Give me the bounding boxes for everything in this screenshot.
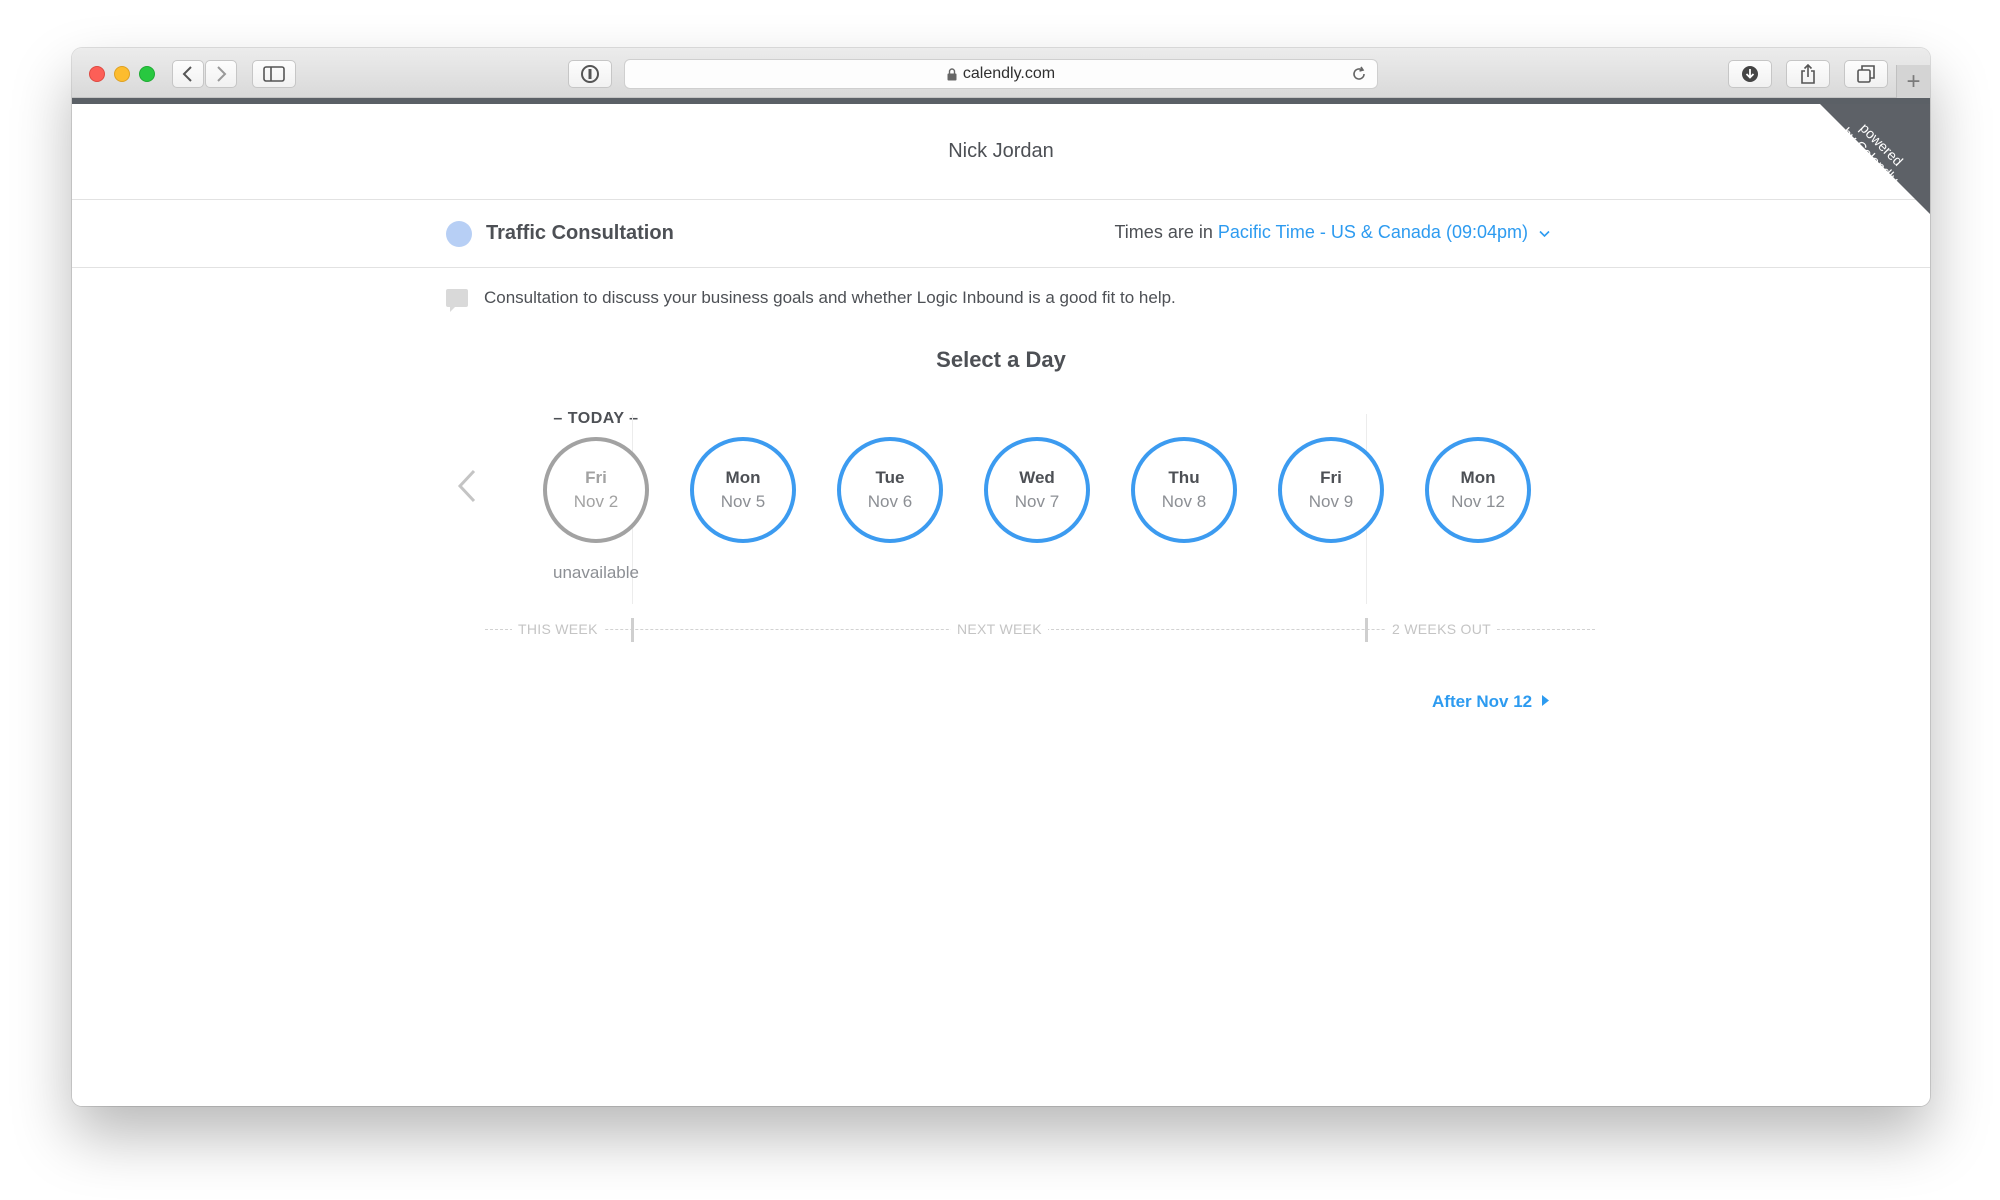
day-weekday: Thu	[1168, 468, 1200, 487]
previous-days-button[interactable]	[456, 468, 478, 509]
maximize-window-button[interactable]	[139, 66, 155, 82]
day-tue-nov-6[interactable]: Tue Nov 6	[837, 437, 943, 543]
lock-icon	[947, 67, 957, 80]
event-header: Traffic Consultation Times are in Pacifi…	[72, 200, 1930, 268]
share-button[interactable]	[1786, 60, 1830, 88]
day-date: Nov 7	[1014, 492, 1060, 511]
day-date: Nov 12	[1451, 492, 1505, 511]
day-date: Nov 9	[1308, 492, 1354, 511]
chevron-left-icon	[457, 469, 476, 503]
downloads-button[interactable]	[1728, 60, 1772, 88]
event-description: Consultation to discuss your business go…	[446, 288, 1176, 312]
day-date: Nov 8	[1161, 492, 1207, 511]
chevron-right-icon	[217, 66, 227, 82]
after-link-label: After Nov 12	[1432, 692, 1533, 711]
address-url: calendly.com	[962, 65, 1056, 82]
day-weekday: Mon	[1460, 468, 1496, 487]
address-bar[interactable]: calendly.com	[624, 59, 1378, 89]
chevron-left-icon	[182, 66, 192, 82]
browser-window: calendly.com + Nick Jordan powered by Ca…	[72, 48, 1930, 1106]
new-tab-button[interactable]: +	[1896, 65, 1930, 98]
day-date: Nov 5	[720, 492, 766, 511]
timezone-selector[interactable]: Pacific Time - US & Canada (09:04pm)	[1218, 222, 1528, 242]
event-color-dot	[446, 221, 472, 247]
tabs-icon	[1857, 65, 1875, 83]
day-weekday: Fri	[585, 468, 607, 487]
next-week-label: NEXT WEEK	[951, 621, 1048, 637]
download-icon	[1742, 66, 1758, 82]
day-thu-nov-8[interactable]: Thu Nov 8	[1131, 437, 1237, 543]
day-wed-nov-7[interactable]: Wed Nov 7	[984, 437, 1090, 543]
timezone-prefix: Times are in	[1114, 222, 1213, 242]
browser-toolbar: calendly.com +	[72, 48, 1930, 98]
forward-button[interactable]	[205, 60, 237, 88]
sidebar-icon	[263, 66, 285, 82]
powered-by-badge[interactable]: powered by Calendly	[1820, 104, 1930, 214]
day-weekday: Tue	[875, 468, 905, 487]
day-date: Nov 6	[867, 492, 913, 511]
unavailable-label: unavailable	[552, 563, 639, 582]
description-text: Consultation to discuss your business go…	[484, 288, 1176, 307]
tabs-overview-button[interactable]	[1844, 60, 1888, 88]
comment-icon	[446, 289, 468, 312]
password-manager-icon	[581, 65, 599, 83]
day-mon-nov-5[interactable]: Mon Nov 5	[690, 437, 796, 543]
day-fri-nov-2: Fri Nov 2	[543, 437, 649, 543]
after-nov-12-link[interactable]: After Nov 12	[1432, 692, 1550, 712]
day-weekday: Wed	[1019, 468, 1055, 487]
day-mon-nov-12[interactable]: Mon Nov 12	[1425, 437, 1531, 543]
password-manager-button[interactable]	[568, 60, 612, 88]
host-name: Nick Jordan	[72, 104, 1930, 200]
share-icon	[1801, 64, 1815, 84]
day-weekday: Fri	[1320, 468, 1342, 487]
select-day-title: Select a Day	[936, 347, 1066, 372]
reload-icon[interactable]	[1351, 66, 1367, 82]
week-tick	[631, 618, 634, 642]
caret-right-icon	[1542, 695, 1550, 709]
chevron-down-icon[interactable]	[1539, 225, 1550, 241]
minimize-window-button[interactable]	[114, 66, 130, 82]
scheduling-page: Nick Jordan powered by Calendly Traffic …	[72, 104, 1930, 1106]
week-tick	[1365, 618, 1368, 642]
day-date: Nov 2	[573, 492, 619, 511]
today-label: – TODAY –	[553, 410, 639, 427]
two-weeks-out-label: 2 WEEKS OUT	[1386, 621, 1497, 637]
sidebar-toggle-button[interactable]	[252, 60, 296, 88]
back-button[interactable]	[172, 60, 204, 88]
this-week-label: THIS WEEK	[512, 621, 604, 637]
plus-icon: +	[1906, 67, 1921, 95]
event-title: Traffic Consultation	[486, 222, 674, 244]
day-weekday: Mon	[725, 468, 761, 487]
day-fri-nov-9[interactable]: Fri Nov 9	[1278, 437, 1384, 543]
close-window-button[interactable]	[89, 66, 105, 82]
timezone-info: Times are in Pacific Time - US & Canada …	[1114, 222, 1550, 243]
